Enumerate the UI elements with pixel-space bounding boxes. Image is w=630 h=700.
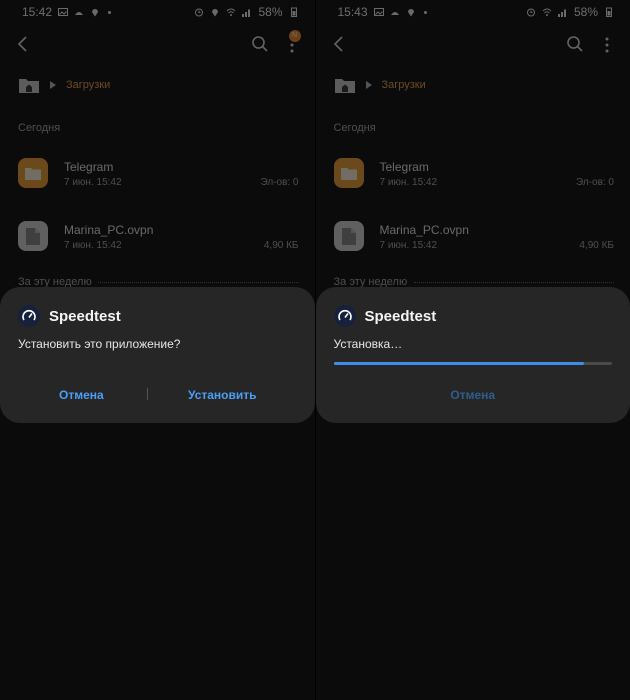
file-meta: Эл-ов: 0 [260, 177, 299, 188]
new-badge: N [288, 30, 301, 42]
button-divider [147, 388, 148, 400]
more-options-icon[interactable] [604, 36, 610, 54]
back-icon[interactable] [16, 36, 30, 52]
breadcrumb-downloads[interactable]: Загрузки [382, 79, 426, 91]
wifi-icon [227, 8, 236, 16]
battery-percent: 58% [258, 5, 283, 19]
battery-icon [606, 7, 612, 17]
folder-icon [333, 158, 364, 188]
wifi-icon [542, 8, 552, 16]
folder-icon [18, 158, 48, 188]
signal-icon [242, 9, 251, 17]
weather-icon [390, 12, 399, 15]
install-dialog: Speedtest Установить это приложение? Отм… [0, 287, 315, 423]
file-date: 7 июн. 15:42 [379, 177, 438, 188]
breadcrumb-downloads[interactable]: Загрузки [66, 79, 110, 91]
app-bar [316, 28, 630, 64]
app-bar: N [0, 28, 315, 64]
file-name: Telegram [64, 160, 114, 174]
file-meta: Эл-ов: 0 [575, 177, 614, 188]
install-progress-fill [333, 362, 585, 365]
phone-screen-left: 15:42 58% N Загрузки Сегодня Telegram 7 … [0, 0, 315, 700]
speedtest-gauge-icon [18, 305, 40, 327]
dialog-app-name: Speedtest [49, 308, 121, 325]
status-bar: 15:43 58% [316, 0, 630, 24]
file-name: Telegram [379, 160, 429, 174]
gallery-icon [373, 8, 384, 16]
back-icon[interactable] [332, 36, 346, 52]
dialog-message: Установка… [333, 337, 403, 351]
signal-icon [557, 9, 566, 17]
document-icon [333, 221, 364, 251]
file-name: Marina_PC.ovpn [64, 223, 154, 237]
weather-icon [75, 12, 84, 15]
install-progress-bar [333, 362, 612, 365]
alarm-icon [195, 8, 204, 17]
section-today: Сегодня [333, 122, 376, 134]
gallery-icon [58, 8, 69, 16]
section-divider [413, 282, 614, 283]
chevron-right-icon [50, 81, 56, 89]
cancel-button[interactable]: Отмена [316, 383, 630, 407]
status-time: 15:42 [22, 5, 53, 19]
alarm-icon [526, 8, 535, 17]
status-time: 15:43 [337, 5, 368, 19]
comparison-stage: 15:42 58% N Загрузки Сегодня Telegram 7 … [0, 0, 630, 700]
chevron-right-icon [365, 81, 372, 89]
location-icon [212, 9, 219, 17]
home-folder-icon[interactable] [334, 76, 356, 94]
dialog-actions: Отмена [316, 383, 630, 407]
document-icon [18, 221, 48, 251]
notification-dot [108, 10, 112, 14]
file-date: 7 июн. 15:42 [64, 177, 122, 188]
notification-dot [423, 10, 427, 14]
phone-screen-right: 15:43 58% Загрузки Сегодня Telegram 7 ию… [314, 0, 630, 700]
breadcrumb: Загрузки [18, 76, 110, 94]
search-icon[interactable] [251, 35, 269, 53]
location-icon [407, 9, 414, 17]
dialog-actions: Отмена Установить [0, 383, 315, 407]
dialog-app-name: Speedtest [364, 308, 437, 325]
file-meta: 4,90 КБ [263, 240, 299, 251]
cancel-button[interactable]: Отмена [59, 383, 104, 407]
file-meta: 4,90 КБ [579, 240, 614, 251]
list-item[interactable]: Telegram 7 июн. 15:42 Эл-ов: 0 [18, 158, 299, 194]
file-date: 7 июн. 15:42 [379, 240, 438, 251]
section-divider [98, 282, 299, 283]
battery-percent: 58% [573, 5, 598, 19]
list-item[interactable]: Telegram 7 июн. 15:42 Эл-ов: 0 [333, 158, 614, 194]
installing-dialog: Speedtest Установка… Отмена [315, 287, 630, 423]
install-button[interactable]: Установить [188, 383, 257, 407]
file-name: Marina_PC.ovpn [379, 223, 469, 237]
list-item[interactable]: Marina_PC.ovpn 7 июн. 15:42 4,90 КБ [18, 221, 299, 257]
search-icon[interactable] [566, 35, 584, 53]
section-today: Сегодня [18, 122, 61, 134]
speedtest-gauge-icon [333, 305, 356, 327]
file-date: 7 июн. 15:42 [64, 240, 122, 251]
breadcrumb: Загрузки [334, 76, 426, 94]
location-icon [92, 9, 99, 17]
home-folder-icon[interactable] [18, 76, 40, 94]
battery-icon [290, 7, 297, 17]
status-bar: 15:42 58% [0, 0, 315, 24]
list-item[interactable]: Marina_PC.ovpn 7 июн. 15:42 4,90 КБ [333, 221, 614, 257]
dialog-message: Установить это приложение? [18, 337, 181, 351]
